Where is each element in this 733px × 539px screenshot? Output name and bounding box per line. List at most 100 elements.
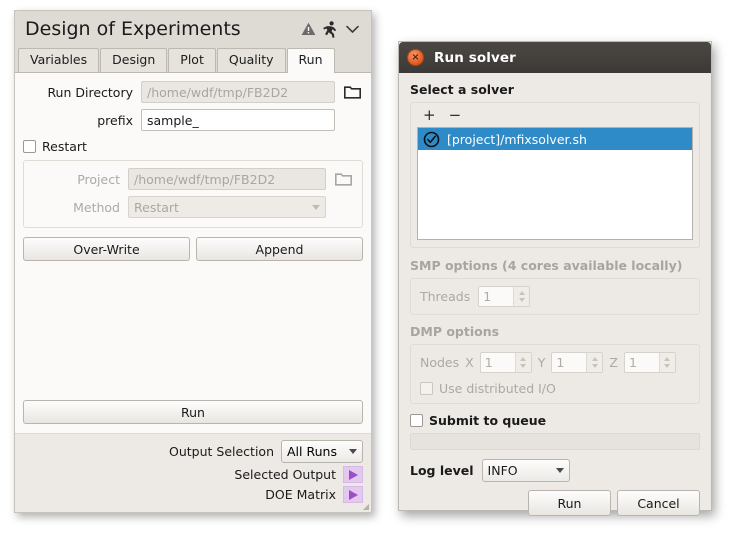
project-folder-icon[interactable] — [332, 169, 354, 189]
log-level-caret-icon — [556, 468, 564, 473]
add-solver-icon[interactable]: + — [423, 108, 436, 123]
run-button[interactable]: Run — [23, 400, 363, 424]
prefix-label: prefix — [23, 113, 133, 128]
doe-matrix-row: DOE Matrix — [23, 486, 363, 503]
nodes-y-spinbox[interactable]: 1 — [551, 352, 603, 373]
screen: Design of Experiments Variables Design P… — [0, 0, 733, 539]
selected-output-row: Selected Output — [23, 466, 363, 483]
run-directory-field[interactable]: /home/wdf/tmp/FB2D2 — [141, 81, 335, 103]
page-title: Design of Experiments — [25, 18, 297, 40]
spinner-up-icon[interactable] — [519, 291, 525, 295]
method-value: Restart — [134, 200, 179, 215]
tab-variables[interactable]: Variables — [18, 48, 99, 72]
method-caret-icon — [312, 205, 320, 210]
smp-options-group: Threads 1 — [410, 278, 700, 315]
restart-checkbox-row[interactable]: Restart — [23, 139, 363, 154]
threads-spinner-arrows[interactable] — [513, 287, 529, 306]
design-of-experiments-panel: Design of Experiments Variables Design P… — [14, 10, 372, 513]
project-label: Project — [32, 172, 120, 187]
restart-options-group: Project /home/wdf/tmp/FB2D2 Method Resta… — [23, 160, 363, 228]
distributed-io-label: Use distributed I/O — [439, 381, 556, 396]
doe-matrix-label: DOE Matrix — [265, 487, 336, 502]
submit-to-queue-checkbox[interactable] — [410, 414, 423, 427]
tab-plot[interactable]: Plot — [168, 48, 216, 72]
project-field[interactable]: /home/wdf/tmp/FB2D2 — [128, 168, 326, 190]
nodes-z-spinner-arrows[interactable] — [659, 353, 675, 372]
dmp-options-heading: DMP options — [410, 324, 700, 339]
over-write-button[interactable]: Over-Write — [23, 237, 190, 261]
play-icon — [349, 470, 358, 480]
solver-list-toolbar: + − — [417, 108, 693, 127]
append-button[interactable]: Append — [196, 237, 363, 261]
prefix-row: prefix sample_ — [23, 109, 363, 131]
run-directory-row: Run Directory /home/wdf/tmp/FB2D2 — [23, 81, 363, 103]
doe-matrix-play-button[interactable] — [343, 486, 363, 503]
log-level-combo[interactable]: INFO — [482, 459, 570, 482]
method-combo[interactable]: Restart — [128, 196, 326, 218]
chevron-down-icon[interactable] — [341, 18, 363, 40]
warning-triangle-icon[interactable] — [297, 18, 319, 40]
distributed-io-checkbox[interactable] — [420, 382, 433, 395]
dmp-options-group: Nodes X 1 Y 1 — [410, 344, 700, 404]
output-selection-label: Output Selection — [169, 444, 274, 459]
spinner-down-icon[interactable] — [519, 298, 525, 302]
output-selection-combo[interactable]: All Runs — [281, 440, 363, 463]
output-selection-row: Output Selection All Runs — [23, 440, 363, 463]
close-icon[interactable]: × — [407, 49, 424, 66]
method-row: Method Restart — [32, 196, 354, 218]
nodes-z-value: 1 — [625, 353, 659, 372]
nodes-x-spinner-arrows[interactable] — [515, 353, 531, 372]
spinner-up-icon[interactable] — [664, 357, 670, 361]
project-row: Project /home/wdf/tmp/FB2D2 — [32, 168, 354, 190]
dialog-run-button[interactable]: Run — [528, 490, 611, 516]
doe-panel-footer: Output Selection All Runs Selected Outpu… — [15, 433, 371, 512]
nodes-row: Nodes X 1 Y 1 — [420, 352, 690, 373]
tab-design[interactable]: Design — [100, 48, 167, 72]
doe-panel-header: Design of Experiments — [15, 11, 371, 47]
solver-list-group: + − [project]/mfixsolver.sh — [410, 102, 700, 248]
restart-checkbox[interactable] — [23, 140, 36, 153]
spinner-up-icon[interactable] — [520, 357, 526, 361]
selected-output-play-button[interactable] — [343, 466, 363, 483]
tab-quality[interactable]: Quality — [217, 48, 286, 72]
run-directory-folder-icon[interactable] — [341, 82, 363, 102]
threads-value: 1 — [479, 287, 513, 306]
spinner-up-icon[interactable] — [592, 357, 598, 361]
dialog-titlebar: × Run solver — [399, 42, 711, 73]
output-selection-caret-icon — [349, 449, 357, 454]
nodes-x-spinbox[interactable]: 1 — [480, 352, 532, 373]
dialog-body: Select a solver + − [project]/mf — [399, 73, 711, 527]
nodes-label: Nodes — [420, 355, 459, 370]
dialog-cancel-button[interactable]: Cancel — [617, 490, 700, 516]
play-icon — [349, 490, 358, 500]
spinner-down-icon[interactable] — [664, 364, 670, 368]
nodes-z-label: Z — [609, 355, 618, 370]
dialog-title: Run solver — [434, 50, 516, 66]
runner-icon[interactable] — [319, 18, 341, 40]
threads-spinbox[interactable]: 1 — [478, 286, 530, 307]
distributed-io-row[interactable]: Use distributed I/O — [420, 381, 690, 396]
log-level-label: Log level — [410, 463, 474, 478]
prefix-input[interactable]: sample_ — [141, 109, 335, 131]
select-solver-heading: Select a solver — [410, 82, 700, 97]
resize-grip[interactable]: ◢ — [363, 502, 369, 511]
method-label: Method — [32, 200, 120, 215]
write-mode-buttons: Over-Write Append — [23, 237, 363, 261]
run-tab-content: Run Directory /home/wdf/tmp/FB2D2 prefix… — [15, 73, 371, 433]
run-directory-label: Run Directory — [23, 85, 133, 100]
check-circle-icon — [423, 131, 440, 148]
remove-solver-icon[interactable]: − — [449, 108, 462, 123]
submit-to-queue-row[interactable]: Submit to queue — [410, 413, 700, 428]
doe-tab-bar: Variables Design Plot Quality Run — [15, 47, 371, 73]
solver-list[interactable]: [project]/mfixsolver.sh — [417, 127, 693, 240]
nodes-y-value: 1 — [552, 353, 586, 372]
nodes-z-spinbox[interactable]: 1 — [624, 352, 676, 373]
tab-run[interactable]: Run — [287, 48, 335, 73]
nodes-y-spinner-arrows[interactable] — [586, 353, 602, 372]
list-item[interactable]: [project]/mfixsolver.sh — [418, 128, 692, 150]
spinner-down-icon[interactable] — [592, 364, 598, 368]
threads-label: Threads — [420, 289, 470, 304]
spinner-down-icon[interactable] — [520, 364, 526, 368]
threads-row: Threads 1 — [420, 286, 690, 307]
queue-name-field[interactable] — [410, 433, 700, 450]
